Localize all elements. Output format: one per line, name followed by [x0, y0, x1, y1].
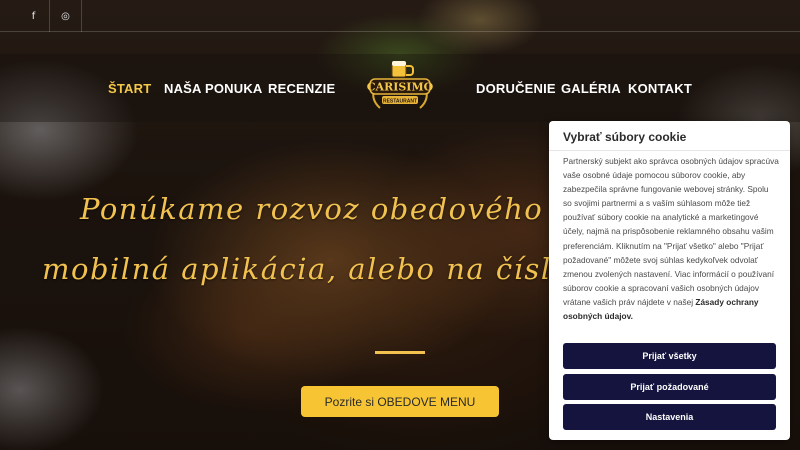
cookie-description-text: Partnerský subjekt ako správca osobných …: [563, 156, 779, 307]
cookie-divider: [549, 150, 790, 151]
cookie-description: Partnerský subjekt ako správca osobných …: [563, 154, 779, 323]
accept-required-button[interactable]: Prijať požadované: [563, 374, 776, 400]
nav-item-galeria[interactable]: GALÉRIA: [561, 81, 621, 96]
nav-item-start[interactable]: ŠTART: [108, 81, 151, 96]
logo-subtitle: RESTAURANT: [383, 98, 417, 104]
nav-item-kontakt[interactable]: KONTAKT: [628, 81, 692, 96]
accept-all-button[interactable]: Prijať všetky: [563, 343, 776, 369]
nav-item-nasa-ponuka[interactable]: NAŠA PONUKA: [164, 81, 263, 96]
nav-item-dorucenie[interactable]: DORUČENIE: [476, 81, 556, 96]
carisimo-logo[interactable]: CARISIMO RESTAURANT: [366, 60, 434, 116]
hero-divider: [375, 351, 425, 354]
lunch-menu-button[interactable]: Pozrite si OBEDOVE MENU: [301, 386, 499, 417]
cookie-consent-panel: Vybrať súbory cookie Partnerský subjekt …: [549, 121, 790, 440]
cookie-settings-button[interactable]: Nastavenia: [563, 404, 776, 430]
social-topbar: f ◎: [0, 0, 800, 32]
hero-headline-line-2: mobilná aplikácia, alebo na čísle: [42, 252, 571, 286]
logo-name: CARISIMO: [367, 81, 434, 94]
instagram-icon[interactable]: ◎: [50, 0, 82, 32]
facebook-icon[interactable]: f: [18, 0, 50, 32]
cookie-title: Vybrať súbory cookie: [563, 130, 687, 144]
nav-item-recenzie[interactable]: RECENZIE: [268, 81, 335, 96]
